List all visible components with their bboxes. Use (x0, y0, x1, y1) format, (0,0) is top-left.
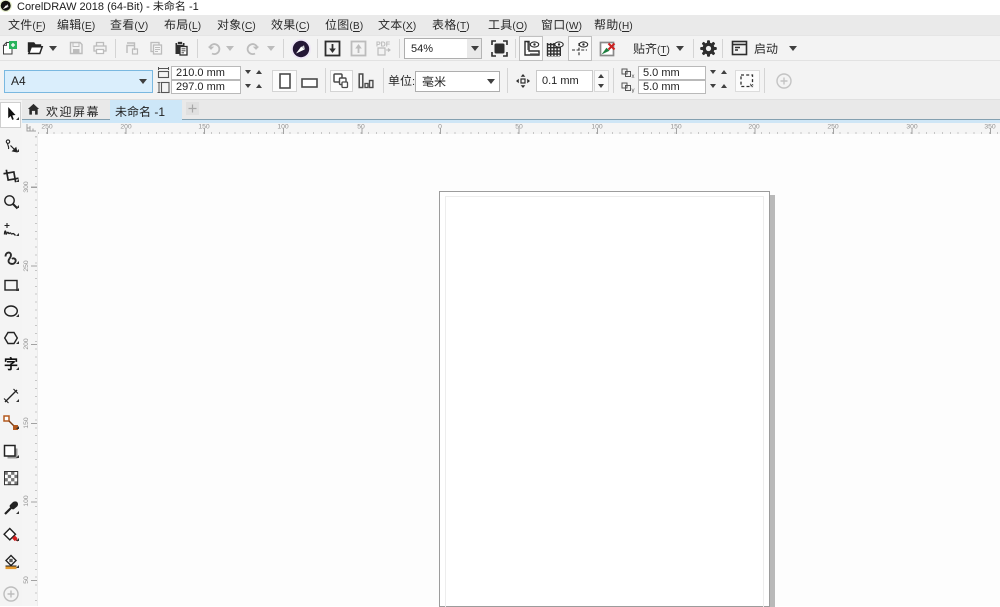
svg-text:x: x (632, 74, 635, 79)
svg-text:y: y (632, 88, 635, 93)
